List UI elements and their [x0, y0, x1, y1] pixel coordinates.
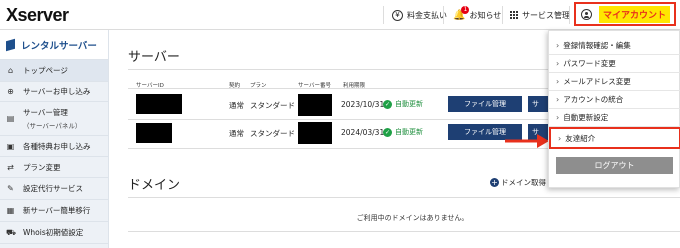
- redacted-server-id: [136, 123, 172, 143]
- menu-item-auto-renew[interactable]: › 自動更新設定: [549, 109, 680, 127]
- sidebar-item-whois[interactable]: ⛟ Whois初期値設定: [0, 222, 108, 244]
- section-divider: [128, 197, 680, 198]
- plan-cell: スタンダード: [250, 129, 295, 138]
- empty-domain-message: ご利用中のドメインはありません。: [356, 214, 469, 222]
- news-link[interactable]: 🔔 1 お知らせ: [453, 0, 501, 30]
- redacted-server-number: [298, 94, 332, 116]
- chevron-right-icon: ›: [556, 41, 560, 50]
- grid-icon: [510, 11, 518, 19]
- notification-badge: 1: [461, 5, 470, 14]
- sidebar-item-label: トップページ: [23, 66, 68, 75]
- header-divider: [502, 6, 503, 24]
- cube-icon: [6, 38, 15, 51]
- contract-cell: 通常: [229, 101, 244, 110]
- get-domain-link[interactable]: + ドメイン取得: [490, 177, 546, 188]
- cart-icon: ⛟: [6, 227, 17, 237]
- news-label: お知らせ: [469, 10, 502, 20]
- redacted-server-id: [136, 94, 182, 114]
- menu-item-referral[interactable]: › 友達紹介: [549, 127, 680, 149]
- server-icon: ▤: [6, 114, 15, 123]
- menu-item-label: メールアドレス変更: [563, 77, 631, 86]
- file-manager-button[interactable]: ファイル管理: [448, 96, 522, 112]
- sidebar: レンタルサーバー ⌂ トップページ ⊕ サーバーお申し込み ▤ サーバー管理 （…: [0, 30, 109, 248]
- sidebar-item-benefits[interactable]: ▣ 各種特典お申し込み: [0, 136, 108, 157]
- sidebar-item-label: サーバーお申し込み: [23, 87, 91, 96]
- auto-renew-status: ✓ 自動更新: [383, 99, 423, 109]
- sidebar-item-setup-service[interactable]: ✎ 設定代行サービス: [0, 178, 108, 200]
- sidebar-item-label: 各種特典お申し込み: [23, 141, 91, 151]
- menu-item-label: パスワード変更: [563, 59, 616, 68]
- logout-button[interactable]: ログアウト: [556, 157, 673, 174]
- redacted-server-number: [298, 122, 332, 144]
- account-dropdown-menu: › 登録情報確認・編集 › パスワード変更 › メールアドレス変更 › アカウン…: [548, 30, 680, 188]
- menu-item-merge[interactable]: › アカウントの統合: [549, 91, 680, 109]
- section-divider: [128, 231, 680, 232]
- expiry-cell: 2024/03/31: [341, 128, 385, 137]
- billing-link[interactable]: ¥ 料金支払い: [392, 0, 447, 30]
- chevron-right-icon: ›: [558, 133, 562, 143]
- menu-item-profile[interactable]: › 登録情報確認・編集: [549, 37, 680, 55]
- user-icon: [581, 8, 592, 20]
- service-management-link[interactable]: サービス管理: [510, 0, 570, 30]
- sidebar-item-label: プラン変更: [23, 162, 61, 172]
- my-account-label: マイアカウント: [599, 5, 671, 23]
- building-icon: ▦: [6, 206, 15, 215]
- plan-cell: スタンダード: [250, 101, 295, 110]
- service-management-label: サービス管理: [522, 10, 570, 20]
- gift-icon: ▣: [6, 141, 15, 151]
- xserver-logo[interactable]: Xserver: [6, 5, 69, 26]
- billing-label: 料金支払い: [407, 10, 447, 20]
- sidebar-item-label: 新サーバー簡単移行: [23, 206, 91, 215]
- menu-item-label: 登録情報確認・編集: [563, 41, 631, 50]
- plus-icon: +: [490, 177, 499, 187]
- server-panel-button[interactable]: サ: [528, 96, 548, 112]
- sidebar-item-server-panel[interactable]: ▤ サーバー管理 （サーバーパネル）: [0, 102, 108, 136]
- menu-item-email[interactable]: › メールアドレス変更: [549, 73, 680, 91]
- domain-section-title: ドメイン: [128, 178, 181, 193]
- sidebar-item-migration[interactable]: ▦ 新サーバー簡単移行: [0, 200, 108, 222]
- get-domain-label: ドメイン取得: [501, 178, 546, 187]
- swap-icon: ⇄: [7, 162, 14, 172]
- sidebar-item-label: Whois初期値設定: [23, 228, 84, 237]
- header-divider: [443, 6, 444, 24]
- my-account-button[interactable]: マイアカウント: [574, 2, 676, 26]
- chevron-right-icon: ›: [556, 113, 560, 122]
- chevron-right-icon: ›: [556, 59, 560, 68]
- red-arrow-icon: [505, 134, 549, 148]
- menu-item-label: 友達紹介: [565, 133, 596, 143]
- menu-item-password[interactable]: › パスワード変更: [549, 55, 680, 73]
- sidebar-title[interactable]: レンタルサーバー: [0, 30, 108, 60]
- menu-item-label: 自動更新設定: [563, 113, 609, 122]
- sidebar-item-label: サーバー管理: [23, 108, 68, 117]
- auto-renew-label: 自動更新: [395, 100, 423, 108]
- chevron-right-icon: ›: [556, 77, 560, 86]
- auto-renew-label: 自動更新: [395, 128, 423, 136]
- sidebar-item-top-page[interactable]: ⌂ トップページ: [0, 60, 108, 82]
- sidebar-item-label: 設定代行サービス: [23, 184, 83, 193]
- plus-circle-icon: ⊕: [7, 87, 14, 96]
- sidebar-item-plan-change[interactable]: ⇄ プラン変更: [0, 157, 108, 178]
- yen-icon: ¥: [392, 9, 403, 21]
- top-header: Xserver ¥ 料金支払い 🔔 1 お知らせ サービス管理 マイアカウント: [0, 0, 680, 30]
- menu-item-label: アカウントの統合: [563, 95, 624, 104]
- wrench-icon: ✎: [7, 184, 14, 193]
- sidebar-item-sublabel: （サーバーパネル）: [23, 122, 82, 130]
- server-section-title: サーバー: [128, 50, 180, 65]
- expiry-cell: 2023/10/31: [341, 100, 385, 109]
- sidebar-title-label: レンタルサーバー: [21, 40, 97, 52]
- sidebar-item-server-apply[interactable]: ⊕ サーバーお申し込み: [0, 82, 108, 102]
- header-divider: [383, 6, 384, 24]
- check-icon: ✓: [383, 127, 392, 137]
- check-icon: ✓: [383, 99, 392, 109]
- contract-cell: 通常: [229, 129, 244, 138]
- header-divider: [569, 6, 570, 24]
- chevron-right-icon: ›: [556, 95, 560, 104]
- home-icon: ⌂: [7, 66, 14, 75]
- auto-renew-status: ✓ 自動更新: [383, 127, 423, 137]
- bell-icon: 🔔 1: [453, 5, 470, 21]
